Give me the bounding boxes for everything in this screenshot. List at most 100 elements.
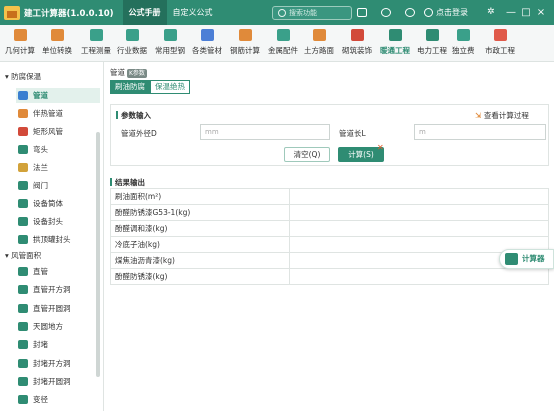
headset-icon[interactable] (381, 8, 391, 17)
result-label: 冷底子油(kg) (110, 236, 290, 253)
toolbar-item[interactable]: 单位转换 (42, 29, 72, 59)
sidebar-item[interactable]: 天圆地方 (16, 319, 100, 334)
gear-icon[interactable] (405, 8, 415, 17)
tab-formula-manual[interactable]: 公式手册 (122, 0, 167, 25)
outer-diameter-field[interactable]: mm (200, 124, 330, 140)
sidebar-group-anticorrosion[interactable]: ▾ 防腐保温 (5, 71, 41, 82)
toolbar-item[interactable]: 砌筑装饰 (342, 29, 372, 59)
breadcrumb-label: 管道 (110, 68, 125, 77)
sidebar-group-duct-area[interactable]: ▾ 风管面积 (5, 250, 41, 261)
login-button[interactable]: 点击登录 (424, 0, 468, 25)
sidebar-item-label: 拱顶罐封头 (33, 235, 71, 244)
maximize-button[interactable]: □ (520, 0, 532, 25)
k-param-badge[interactable]: K参数 (127, 69, 147, 78)
tab-paint-anticorrosion[interactable]: 刷油防腐 (110, 80, 150, 94)
sidebar-item[interactable]: 矩形风管 (16, 124, 100, 139)
sidebar-item-label: 封堵 (33, 340, 48, 350)
calculator-icon (505, 253, 518, 265)
length-label: 管道长L (339, 129, 366, 138)
toolbar-item[interactable]: 工程测量 (81, 29, 111, 59)
result-label: 酚醛防锈漆G53-1(kg) (110, 204, 290, 221)
sidebar-item[interactable]: 直管 (16, 264, 100, 279)
toolbar-item[interactable]: 市政工程 (485, 29, 515, 59)
unit-convert-icon (50, 29, 64, 41)
straight-icon (18, 267, 28, 276)
rebar-icon (238, 29, 252, 41)
flange-icon (18, 163, 28, 172)
tab-custom-formula[interactable]: 自定义公式 (167, 0, 219, 25)
minimize-button[interactable]: — (505, 0, 517, 25)
toolbar-item[interactable]: 电力工程 (417, 29, 447, 59)
sidebar-item[interactable]: 拱顶罐封头 (16, 232, 100, 247)
sidebar-item[interactable]: 管道 (16, 88, 100, 103)
toolbar-item[interactable]: 几何计算 (5, 29, 35, 59)
pipe-icon (200, 29, 214, 41)
sidebar-item[interactable]: 设备筒体 (16, 196, 100, 211)
sidebar-item-label: 直管开圆洞 (33, 303, 71, 313)
sidebar-item[interactable]: 封堵 (16, 337, 100, 352)
sidebar-item[interactable]: 弯头 (16, 142, 100, 157)
sidebar-group-label: 风管面积 (11, 251, 42, 260)
toolbar-item[interactable]: 常用型钢 (155, 29, 185, 59)
toolbar-item-label: 土方路面 (304, 46, 334, 55)
breadcrumb: 管道 K参数 (110, 67, 147, 78)
toolbar-item[interactable]: 各类管材 (192, 29, 222, 59)
fee-icon (456, 29, 470, 41)
result-label: 煤焦油沥青漆(kg) (110, 252, 290, 269)
result-row: 酚醛防锈漆G53-1(kg) (110, 204, 549, 221)
sidebar-item[interactable]: 法兰 (16, 160, 100, 175)
tab-insulation[interactable]: 保温绝热 (150, 80, 190, 94)
search-box[interactable] (272, 6, 352, 20)
outer-diameter-label: 管道外径D (121, 129, 157, 138)
square-hole-icon (18, 285, 28, 295)
toolbar-item[interactable]: 行业数据 (117, 29, 147, 59)
reducer-icon (18, 395, 28, 405)
hotkey-icon: ✕ (377, 143, 384, 152)
sidebar-group-label: 防腐保温 (11, 72, 42, 81)
sidebar-item[interactable]: 直管开圆洞 (16, 301, 100, 316)
toolbar-item-label: 工程测量 (81, 46, 111, 55)
sidebar-item[interactable]: 阀门 (16, 178, 100, 193)
toolbar-item[interactable]: 钢筋计算 (230, 29, 260, 59)
toolbar-item-label: 单位转换 (42, 46, 72, 55)
close-button[interactable]: × (535, 0, 547, 25)
survey-icon (89, 29, 103, 41)
toolbar-item[interactable]: 暖通工程 (380, 29, 410, 59)
sidebar-item-label: 直管 (33, 267, 48, 276)
result-value (289, 268, 549, 285)
sidebar-scrollbar[interactable] (96, 132, 100, 377)
dome-icon (18, 235, 28, 244)
result-label: 酚醛调和漆(kg) (110, 220, 290, 237)
toolbar-item-label: 常用型钢 (155, 46, 185, 55)
power-icon (425, 29, 439, 41)
transition-icon (18, 321, 28, 331)
toolbar-item[interactable]: 独立费 (452, 29, 475, 59)
sidebar-item[interactable]: 封堵开方洞 (16, 356, 100, 371)
sidebar-item-label: 设备筒体 (33, 199, 63, 208)
result-row: 酚醛调和漆(kg) (110, 220, 549, 237)
sidebar-item-label: 变径 (33, 395, 48, 405)
view-process-link[interactable]: ⇲ 查看计算过程 (475, 110, 529, 121)
pipe-icon (18, 91, 28, 100)
length-field[interactable]: m (414, 124, 546, 140)
book-icon[interactable] (357, 8, 367, 17)
sidebar-item-label: 阀门 (33, 181, 48, 190)
round-hole-icon (18, 303, 28, 313)
result-row: 冷底子油(kg) (110, 236, 549, 253)
skin-icon[interactable]: ✲ (487, 0, 497, 17)
sidebar-item[interactable]: 直管开方洞 (16, 282, 100, 297)
search-input[interactable] (289, 9, 349, 17)
heat-pipe-icon (18, 109, 28, 118)
sidebar-item[interactable]: 伴热管道 (16, 106, 100, 121)
toolbar-item-label: 几何计算 (5, 46, 35, 55)
result-row: 煤焦油沥青漆(kg) (110, 252, 549, 269)
toolbar-item[interactable]: 土方路面 (304, 29, 334, 59)
toolbar-item[interactable]: 金属配件 (268, 29, 298, 59)
sidebar-item[interactable]: 设备封头 (16, 214, 100, 229)
sidebar-item[interactable]: 变径 (16, 392, 100, 407)
head-icon (18, 217, 28, 226)
floating-calculator-button[interactable]: 计算器 (499, 249, 554, 269)
result-label: 刷油面积(m²) (110, 188, 290, 205)
sidebar-item[interactable]: 封堵开圆洞 (16, 374, 100, 389)
clear-button[interactable]: 清空(Q) (284, 147, 330, 162)
